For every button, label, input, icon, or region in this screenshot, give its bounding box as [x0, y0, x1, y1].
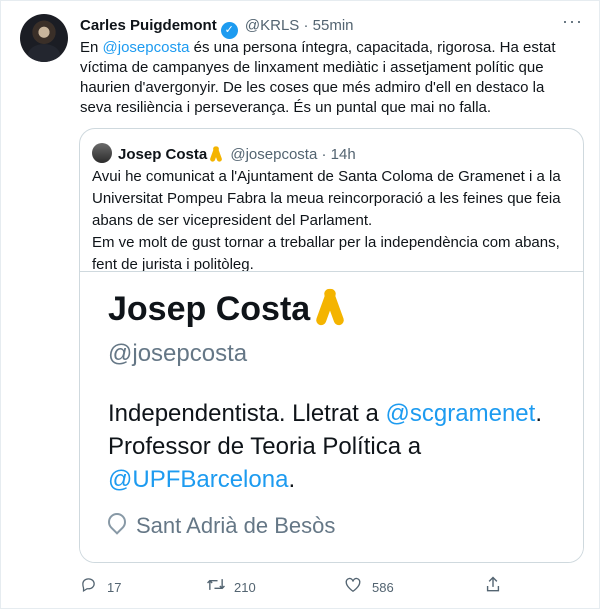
quoted-tweet[interactable]: Josep Costa @josepcosta · 14h Avui he co…: [79, 128, 584, 563]
quote-time[interactable]: 14h: [331, 146, 356, 163]
reply-button[interactable]: 17: [79, 576, 121, 598]
retweet-icon: [206, 576, 225, 598]
bio-text-suffix: .: [288, 466, 296, 493]
quote-text: Avui he comunicat a l'Ajuntament de Sant…: [92, 166, 572, 276]
like-count: 586: [372, 579, 394, 595]
quote-header: Josep Costa @josepcosta · 14h: [92, 143, 356, 165]
tweet-actions: 17 210 586: [79, 576, 579, 598]
tweet-text: En @josepcosta és una persona íntegra, c…: [80, 38, 580, 118]
card-profile-location: Sant Adrià de Besòs: [104, 509, 336, 540]
location-text: Sant Adrià de Besòs: [136, 513, 336, 538]
tweet-header: Carles Puigdemont ✓ @KRLS · 55min: [80, 16, 579, 39]
avatar[interactable]: [20, 14, 68, 62]
bio-link-upfbarcelona: @UPFBarcelona: [108, 466, 289, 493]
quote-separator: ·: [321, 146, 327, 163]
share-icon: [484, 576, 502, 598]
reply-icon: [79, 576, 97, 598]
card-profile-bio: Independentista. Lletrat a @scgramenet. …: [108, 397, 578, 496]
quote-text-line1: Avui he comunicat a l'Ajuntament de Sant…: [92, 168, 561, 229]
bio-text-prefix: Independentista. Lletrat a: [108, 400, 386, 427]
location-pin-icon: [104, 509, 130, 535]
quote-avatar[interactable]: [92, 143, 112, 163]
time-separator: ·: [303, 17, 309, 34]
more-options-icon[interactable]: ···: [562, 11, 583, 32]
like-icon: [344, 576, 362, 598]
quote-text-line2: Em ve molt de gust tornar a treballar pe…: [92, 234, 560, 273]
quote-author-name[interactable]: Josep Costa: [118, 146, 207, 163]
share-button[interactable]: [484, 576, 502, 598]
verified-badge-icon: ✓: [220, 22, 238, 39]
quote-media-card[interactable]: Josep Costa @josepcosta Independentista.…: [80, 271, 583, 562]
card-name-text: Josep Costa: [108, 290, 311, 328]
card-profile-handle: @josepcosta: [108, 340, 248, 367]
tweet[interactable]: Carles Puigdemont ✓ @KRLS · 55min ··· En …: [0, 0, 600, 609]
text-prefix: En: [80, 39, 103, 56]
author-handle[interactable]: @KRLS: [245, 17, 299, 34]
yellow-ribbon-icon: [210, 146, 222, 162]
author-name[interactable]: Carles Puigdemont: [80, 17, 217, 34]
mention-link[interactable]: @josepcosta: [103, 39, 190, 56]
yellow-ribbon-icon: [318, 288, 342, 326]
quote-handle[interactable]: @josepcosta: [230, 146, 317, 163]
tweet-time[interactable]: 55min: [313, 17, 354, 34]
like-button[interactable]: 586: [344, 576, 394, 598]
reply-count: 17: [107, 579, 122, 595]
retweet-count: 210: [234, 579, 256, 595]
bio-link-scgramenet: @scgramenet: [385, 400, 536, 427]
retweet-button[interactable]: 210: [206, 576, 256, 598]
card-profile-name: Josep Costa: [108, 288, 342, 329]
